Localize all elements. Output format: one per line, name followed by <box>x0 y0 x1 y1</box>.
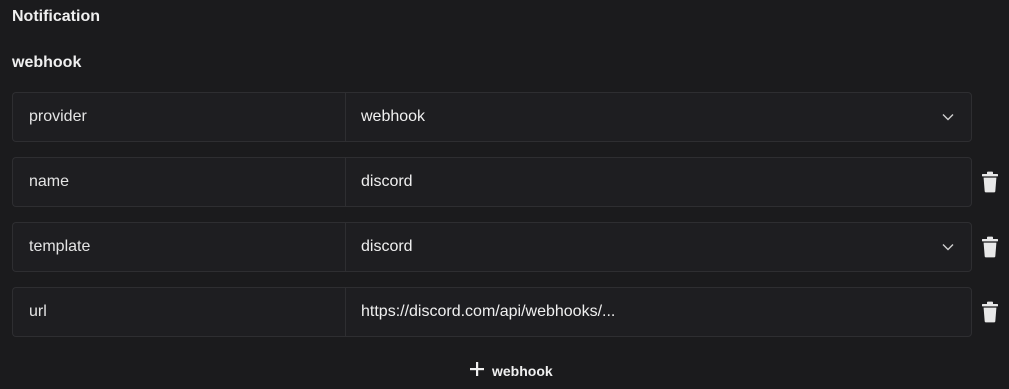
chevron-down-icon <box>941 110 955 124</box>
template-select[interactable]: discord <box>345 222 972 272</box>
url-input-value: https://discord.com/api/webhooks/... <box>361 303 616 320</box>
trash-icon[interactable] <box>981 171 999 193</box>
field-row-template: template discord <box>12 222 972 272</box>
group-title: webhook <box>12 54 82 71</box>
provider-select-value: webhook <box>361 108 426 125</box>
section-title: Notification <box>12 8 100 25</box>
add-webhook-label: webhook <box>492 362 553 379</box>
trash-icon[interactable] <box>981 301 999 323</box>
template-select-value: discord <box>361 238 413 255</box>
chevron-down-icon <box>941 240 955 254</box>
name-input-value: discord <box>361 173 413 190</box>
field-row-provider: provider webhook <box>12 92 972 142</box>
field-row-name: name discord <box>12 157 972 207</box>
plus-icon <box>469 361 485 380</box>
field-key-url: url <box>12 287 345 337</box>
notification-settings: Notification webhook provider webhook na… <box>0 0 1009 389</box>
field-key-template: template <box>12 222 345 272</box>
field-key-provider: provider <box>12 92 345 142</box>
add-webhook-button[interactable]: webhook <box>469 361 553 380</box>
trash-icon[interactable] <box>981 236 999 258</box>
url-input[interactable]: https://discord.com/api/webhooks/... <box>345 287 972 337</box>
field-row-url: url https://discord.com/api/webhooks/... <box>12 287 972 337</box>
name-input[interactable]: discord <box>345 157 972 207</box>
provider-select[interactable]: webhook <box>345 92 972 142</box>
field-key-name: name <box>12 157 345 207</box>
